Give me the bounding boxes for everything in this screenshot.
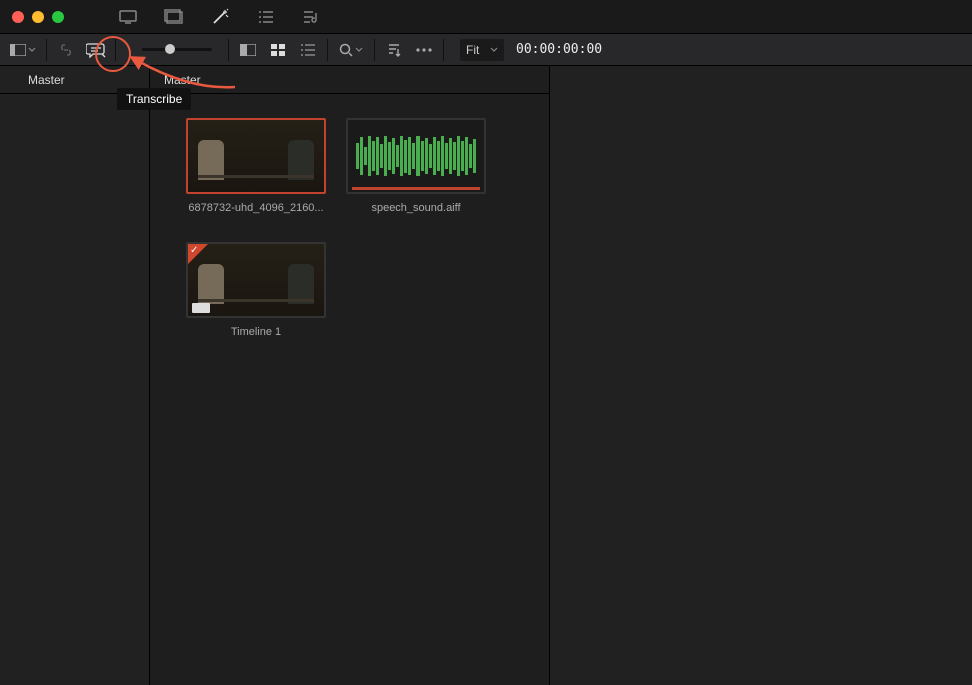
monitor-icon[interactable]: [116, 5, 140, 29]
list-icon[interactable]: [254, 5, 278, 29]
minimize-icon[interactable]: [32, 11, 44, 23]
search-button[interactable]: [334, 38, 368, 62]
thumbnail-size-slider[interactable]: [142, 48, 222, 51]
metadata-view-icon[interactable]: [235, 38, 261, 62]
waveform-icon: [356, 134, 476, 178]
panel-layout-button[interactable]: [6, 38, 40, 62]
link-icon[interactable]: [53, 38, 79, 62]
video-thumbnail[interactable]: [186, 118, 326, 194]
clip-name: Timeline 1: [186, 326, 326, 338]
timecode-display[interactable]: 00:00:00:00: [516, 42, 602, 57]
sort-button[interactable]: [381, 38, 407, 62]
filmstrip-icon: [192, 303, 210, 313]
clip-name: speech_sound.aiff: [346, 202, 486, 214]
viewer-panel[interactable]: [550, 66, 972, 685]
images-icon[interactable]: [162, 5, 186, 29]
check-icon: ✓: [190, 245, 198, 256]
transcribe-tooltip: Transcribe: [117, 88, 191, 110]
clip-item[interactable]: 6878732-uhd_4096_2160...: [186, 118, 326, 214]
timeline-thumbnail[interactable]: ✓: [186, 242, 326, 318]
chevron-down-icon: [490, 47, 498, 53]
magic-wand-icon[interactable]: [208, 5, 232, 29]
fit-label: Fit: [466, 43, 479, 57]
clip-name: 6878732-uhd_4096_2160...: [186, 202, 326, 214]
music-list-icon[interactable]: [300, 5, 324, 29]
search-icon: [339, 43, 353, 57]
transcribe-button[interactable]: [83, 38, 109, 62]
close-icon[interactable]: [12, 11, 24, 23]
media-tab-master[interactable]: Master: [150, 66, 549, 94]
list-view-icon[interactable]: [295, 38, 321, 62]
bin-sidebar[interactable]: Master: [0, 66, 150, 685]
zoom-fit-dropdown[interactable]: Fit: [460, 39, 504, 61]
chevron-down-icon: [355, 47, 363, 53]
clip-item[interactable]: speech_sound.aiff: [346, 118, 486, 214]
maximize-icon[interactable]: [52, 11, 64, 23]
more-options-button[interactable]: [411, 38, 437, 62]
thumbnail-view-icon[interactable]: [265, 38, 291, 62]
clip-item[interactable]: ✓ Timeline 1: [186, 242, 326, 338]
audio-thumbnail[interactable]: [346, 118, 486, 194]
chevron-down-icon: [28, 47, 36, 53]
window-traffic-lights[interactable]: [12, 11, 64, 23]
media-pool[interactable]: Master 6878732-uhd_4096_2160... speech_s…: [150, 66, 550, 685]
